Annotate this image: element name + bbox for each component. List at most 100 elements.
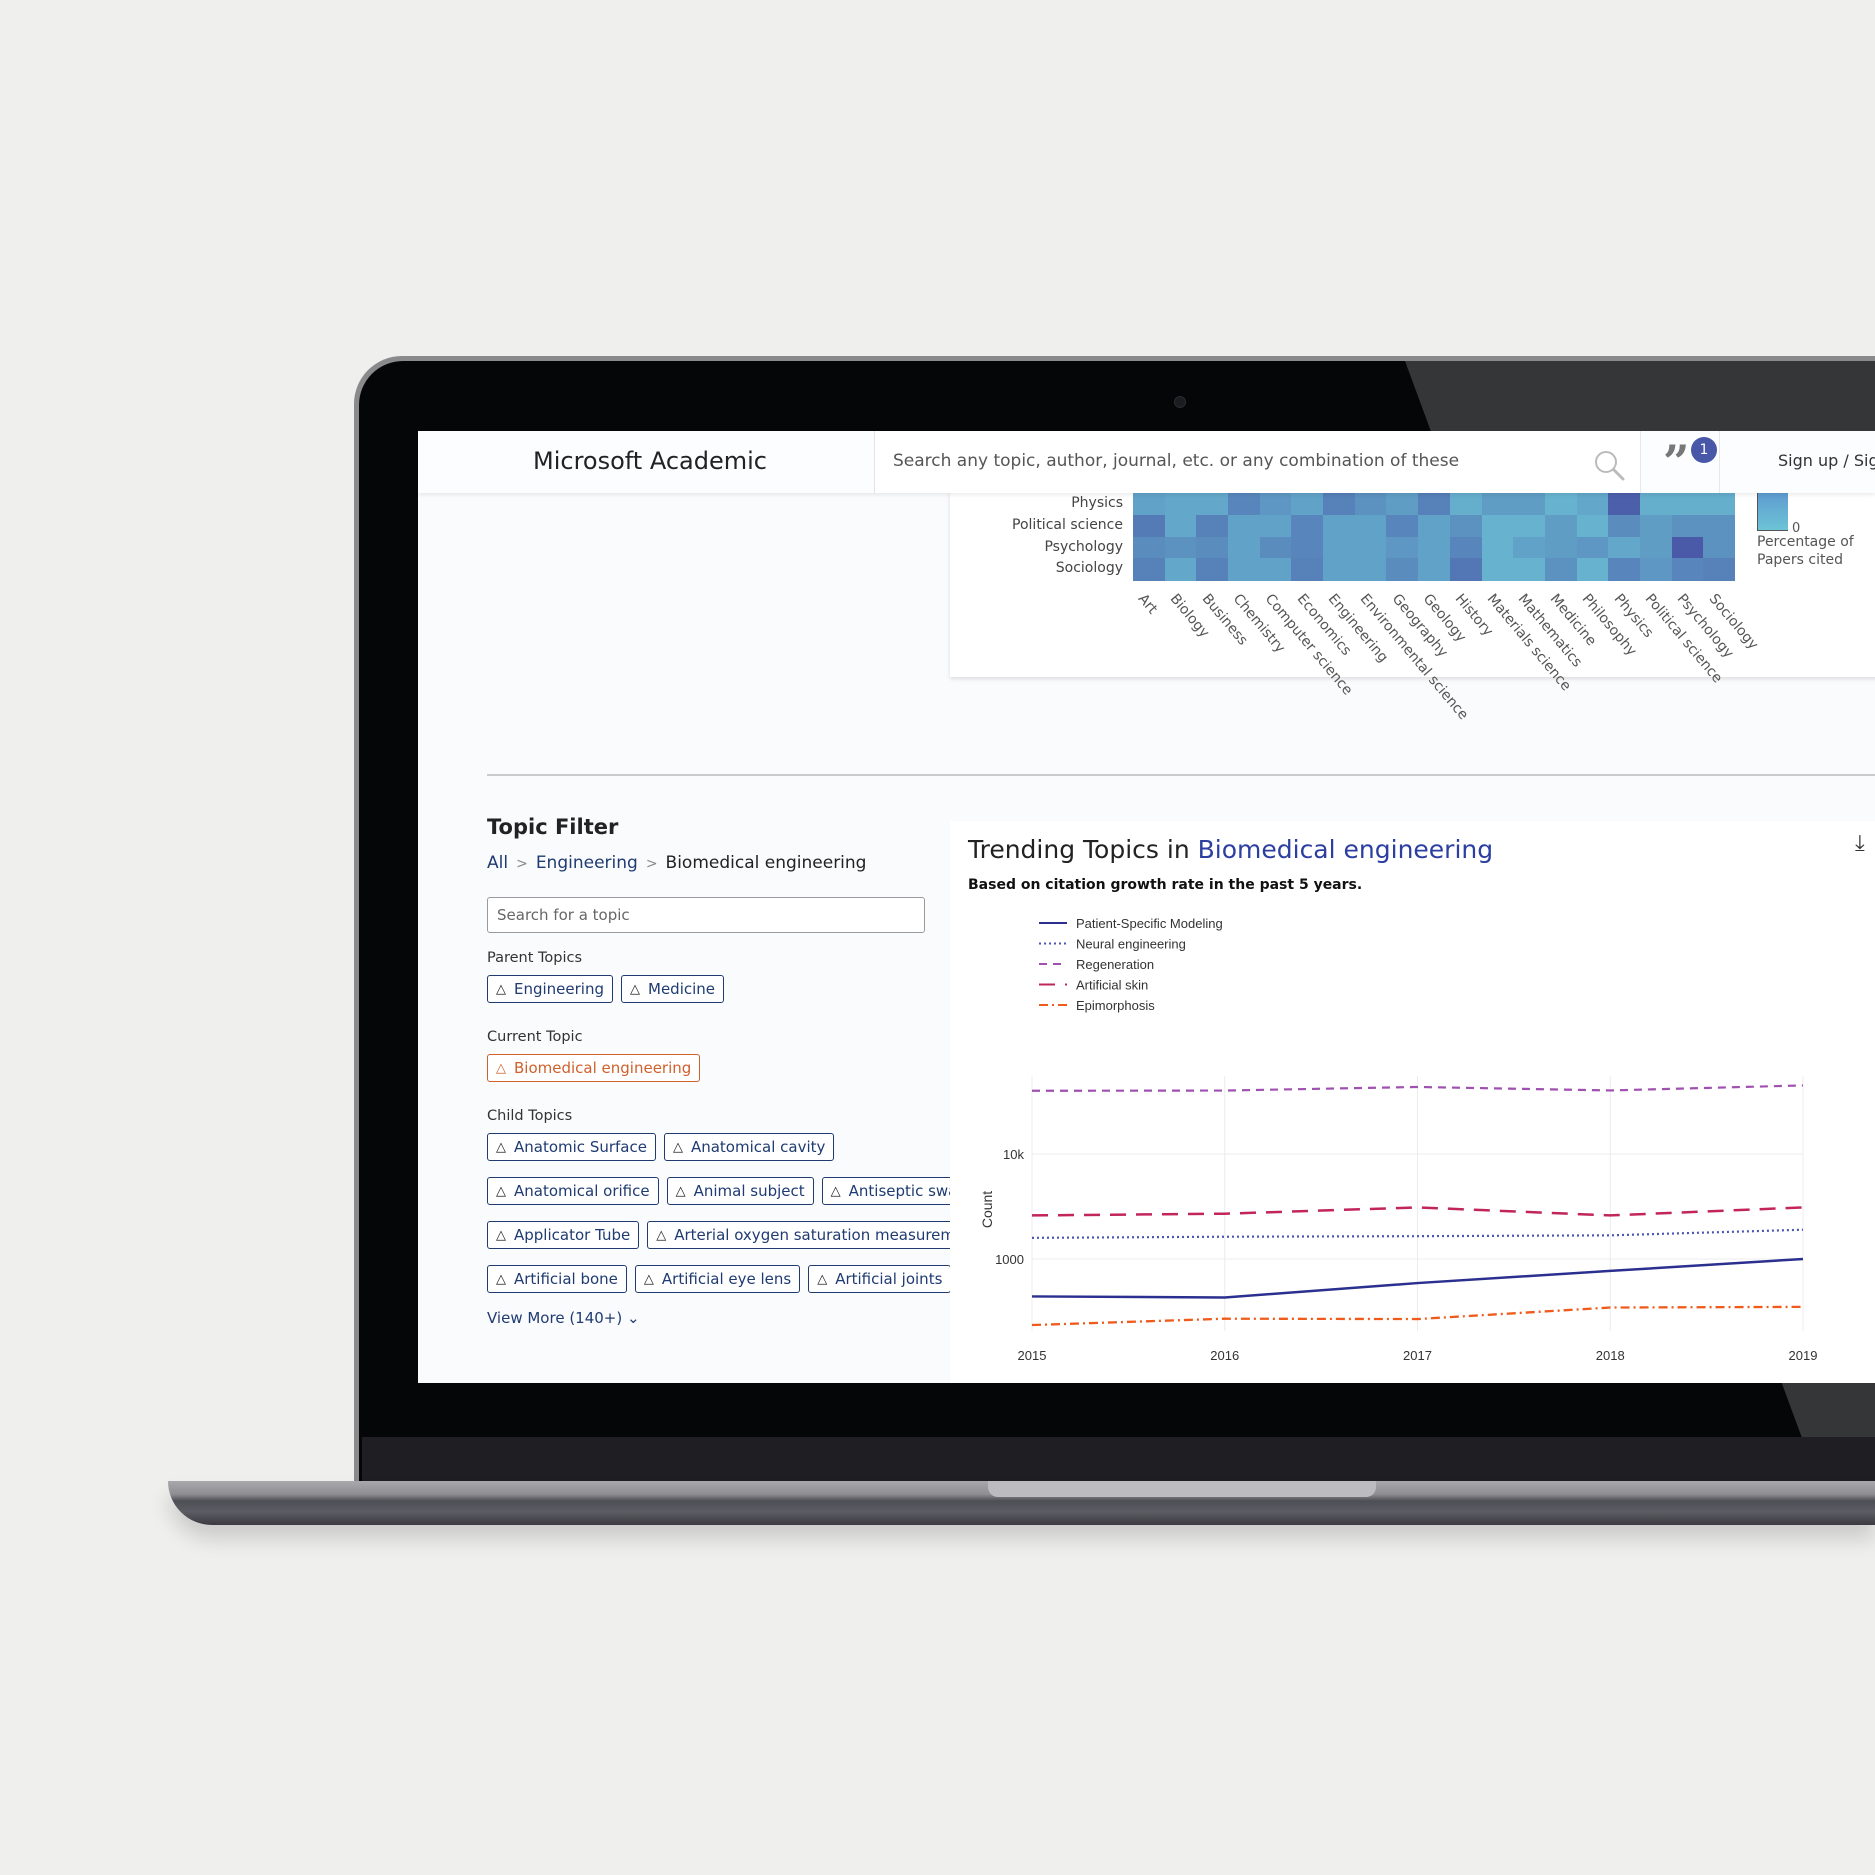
breadcrumb-separator: > (645, 856, 658, 872)
heatmap-cell (1386, 493, 1419, 516)
x-tick-label: 2018 (1596, 1348, 1625, 1363)
topic-chip[interactable]: △ Artificial bone (487, 1265, 627, 1293)
heatmap-cell (1576, 493, 1609, 516)
topic-search-input[interactable]: Search for a topic (487, 897, 925, 933)
heatmap-cell (1481, 536, 1514, 559)
breadcrumb-all[interactable]: All (487, 853, 508, 873)
search-placeholder: Search any topic, author, journal, etc. … (893, 451, 1460, 471)
legend-label: Epimorphosis (1076, 998, 1155, 1013)
heatmap-cell (1323, 493, 1356, 516)
colorbar-title: Percentage of Papers cited (1757, 534, 1854, 568)
flask-icon: △ (496, 1060, 506, 1076)
heatmap-cell (1259, 536, 1292, 559)
heatmap-cell (1259, 558, 1292, 581)
heatmap-cell (1513, 514, 1546, 537)
breadcrumb-current: Biomedical engineering (665, 853, 867, 873)
notification-badge: 1 (1691, 437, 1717, 463)
heatmap-cell (1291, 536, 1324, 559)
topic-chip[interactable]: △ Artificial eye lens (634, 1265, 801, 1293)
topic-chip[interactable]: △ Arterial oxygen saturation measurement (647, 1221, 989, 1249)
child-topics-label: Child Topics (487, 1108, 573, 1124)
heatmap-cell (1703, 514, 1736, 537)
trending-topics-card: Trending Topics in Biomedical engineerin… (950, 821, 1875, 1383)
view-more-label: View More (140+) (487, 1309, 623, 1327)
topic-chip[interactable]: △ Medicine (621, 975, 725, 1003)
heatmap-cell (1639, 514, 1673, 537)
x-tick-label: 2016 (1210, 1348, 1239, 1363)
heatmap-cell (1671, 514, 1704, 537)
heatmap-cell (1576, 558, 1609, 581)
search-icon[interactable] (1593, 449, 1627, 483)
topic-chip[interactable]: △ Anatomic Surface (487, 1133, 656, 1161)
heatmap-cell (1228, 514, 1261, 537)
flask-icon: △ (496, 1139, 506, 1155)
heatmap-cell (1291, 493, 1324, 516)
heatmap-cell (1164, 493, 1197, 516)
screen: Microsoft Academic Search any topic, aut… (418, 431, 1875, 1383)
signup-link[interactable]: Sign up / Sign (1778, 451, 1875, 470)
child-topic-row: △ Anatomic Surface △ Anatomical cavity (487, 1133, 835, 1161)
heatmap-row-label: Sociology (1055, 560, 1123, 577)
heatmap-row-label: Psychology (1044, 538, 1123, 555)
heatmap-cell (1639, 558, 1673, 581)
heatmap-cell (1703, 536, 1736, 559)
legend-label: Regeneration (1076, 957, 1154, 972)
topic-chip[interactable]: △ Anatomical orifice (487, 1177, 659, 1205)
heatmap-cell (1639, 536, 1673, 559)
flask-icon: △ (496, 1183, 506, 1199)
flask-icon: △ (496, 981, 506, 997)
topic-chip[interactable]: △ Anatomical cavity (663, 1133, 835, 1161)
topic-chip[interactable]: △ Artificial joints (808, 1265, 952, 1293)
topic-filter-title: Topic Filter (487, 815, 619, 839)
heatmap-cell (1608, 514, 1641, 537)
heatmap-cell (1671, 536, 1704, 559)
flask-icon: △ (830, 1183, 841, 1199)
heatmap-cell (1608, 558, 1641, 581)
heatmap-cell (1449, 493, 1482, 516)
chip-label: Anatomic Surface (514, 1138, 647, 1156)
current-topic-chip[interactable]: △ Biomedical engineering (487, 1054, 701, 1082)
heatmap-cell (1259, 493, 1292, 516)
heatmap-cell (1323, 536, 1356, 559)
breadcrumb-engineering[interactable]: Engineering (536, 853, 638, 873)
flask-icon: △ (675, 1183, 686, 1199)
legend-label: Patient-Specific Modeling (1076, 916, 1223, 931)
heatmap-cell (1164, 514, 1197, 537)
chip-label: Arterial oxygen saturation measurement (674, 1226, 980, 1244)
heatmap-row-label: Political science (1012, 516, 1123, 533)
y-tick-label: 1000 (995, 1252, 1024, 1267)
heatmap-cell (1291, 558, 1324, 581)
topic-search-placeholder: Search for a topic (497, 906, 630, 924)
child-topic-row: △ Anatomical orifice △ Animal subject △ Antis… (487, 1177, 976, 1205)
chevron-down-icon: ⌄ (627, 1309, 640, 1327)
heatmap-cell (1354, 558, 1387, 581)
heatmap-cell (1354, 493, 1387, 516)
heatmap-cell (1164, 558, 1197, 581)
heatmap-cell (1639, 493, 1673, 516)
heatmap-cell (1133, 493, 1166, 516)
heatmap-cell (1228, 493, 1261, 516)
heatmap-cell (1291, 514, 1324, 537)
current-topic-label: Current Topic (487, 1029, 583, 1045)
heatmap-cell (1544, 558, 1578, 581)
heatmap-cell (1354, 536, 1387, 559)
heatmap-cell (1513, 536, 1546, 559)
topic-chip[interactable]: △ Engineering (487, 975, 613, 1003)
quote-icon[interactable]: ” (1663, 439, 1689, 485)
topic-chip[interactable]: △ Applicator Tube (487, 1221, 640, 1249)
parent-topics: △ Engineering △ Medicine (487, 975, 725, 1003)
heatmap-cell (1228, 536, 1261, 559)
brand-logo[interactable]: Microsoft Academic (533, 447, 767, 475)
heatmap-cell (1418, 493, 1451, 516)
heatmap-cell (1576, 536, 1609, 559)
heatmap-cell (1386, 514, 1419, 537)
heatmap-cell (1386, 558, 1419, 581)
global-search-input[interactable]: Search any topic, author, journal, etc. … (874, 431, 1640, 493)
view-more-link[interactable]: View More (140+) ⌄ (487, 1309, 640, 1327)
heatmap-cell (1481, 514, 1514, 537)
topic-chip[interactable]: △ Animal subject (666, 1177, 814, 1205)
heatmap-cell (1608, 493, 1641, 516)
heatmap-cell (1196, 514, 1229, 537)
chip-label: Medicine (648, 980, 716, 998)
flask-icon: △ (496, 1271, 506, 1287)
